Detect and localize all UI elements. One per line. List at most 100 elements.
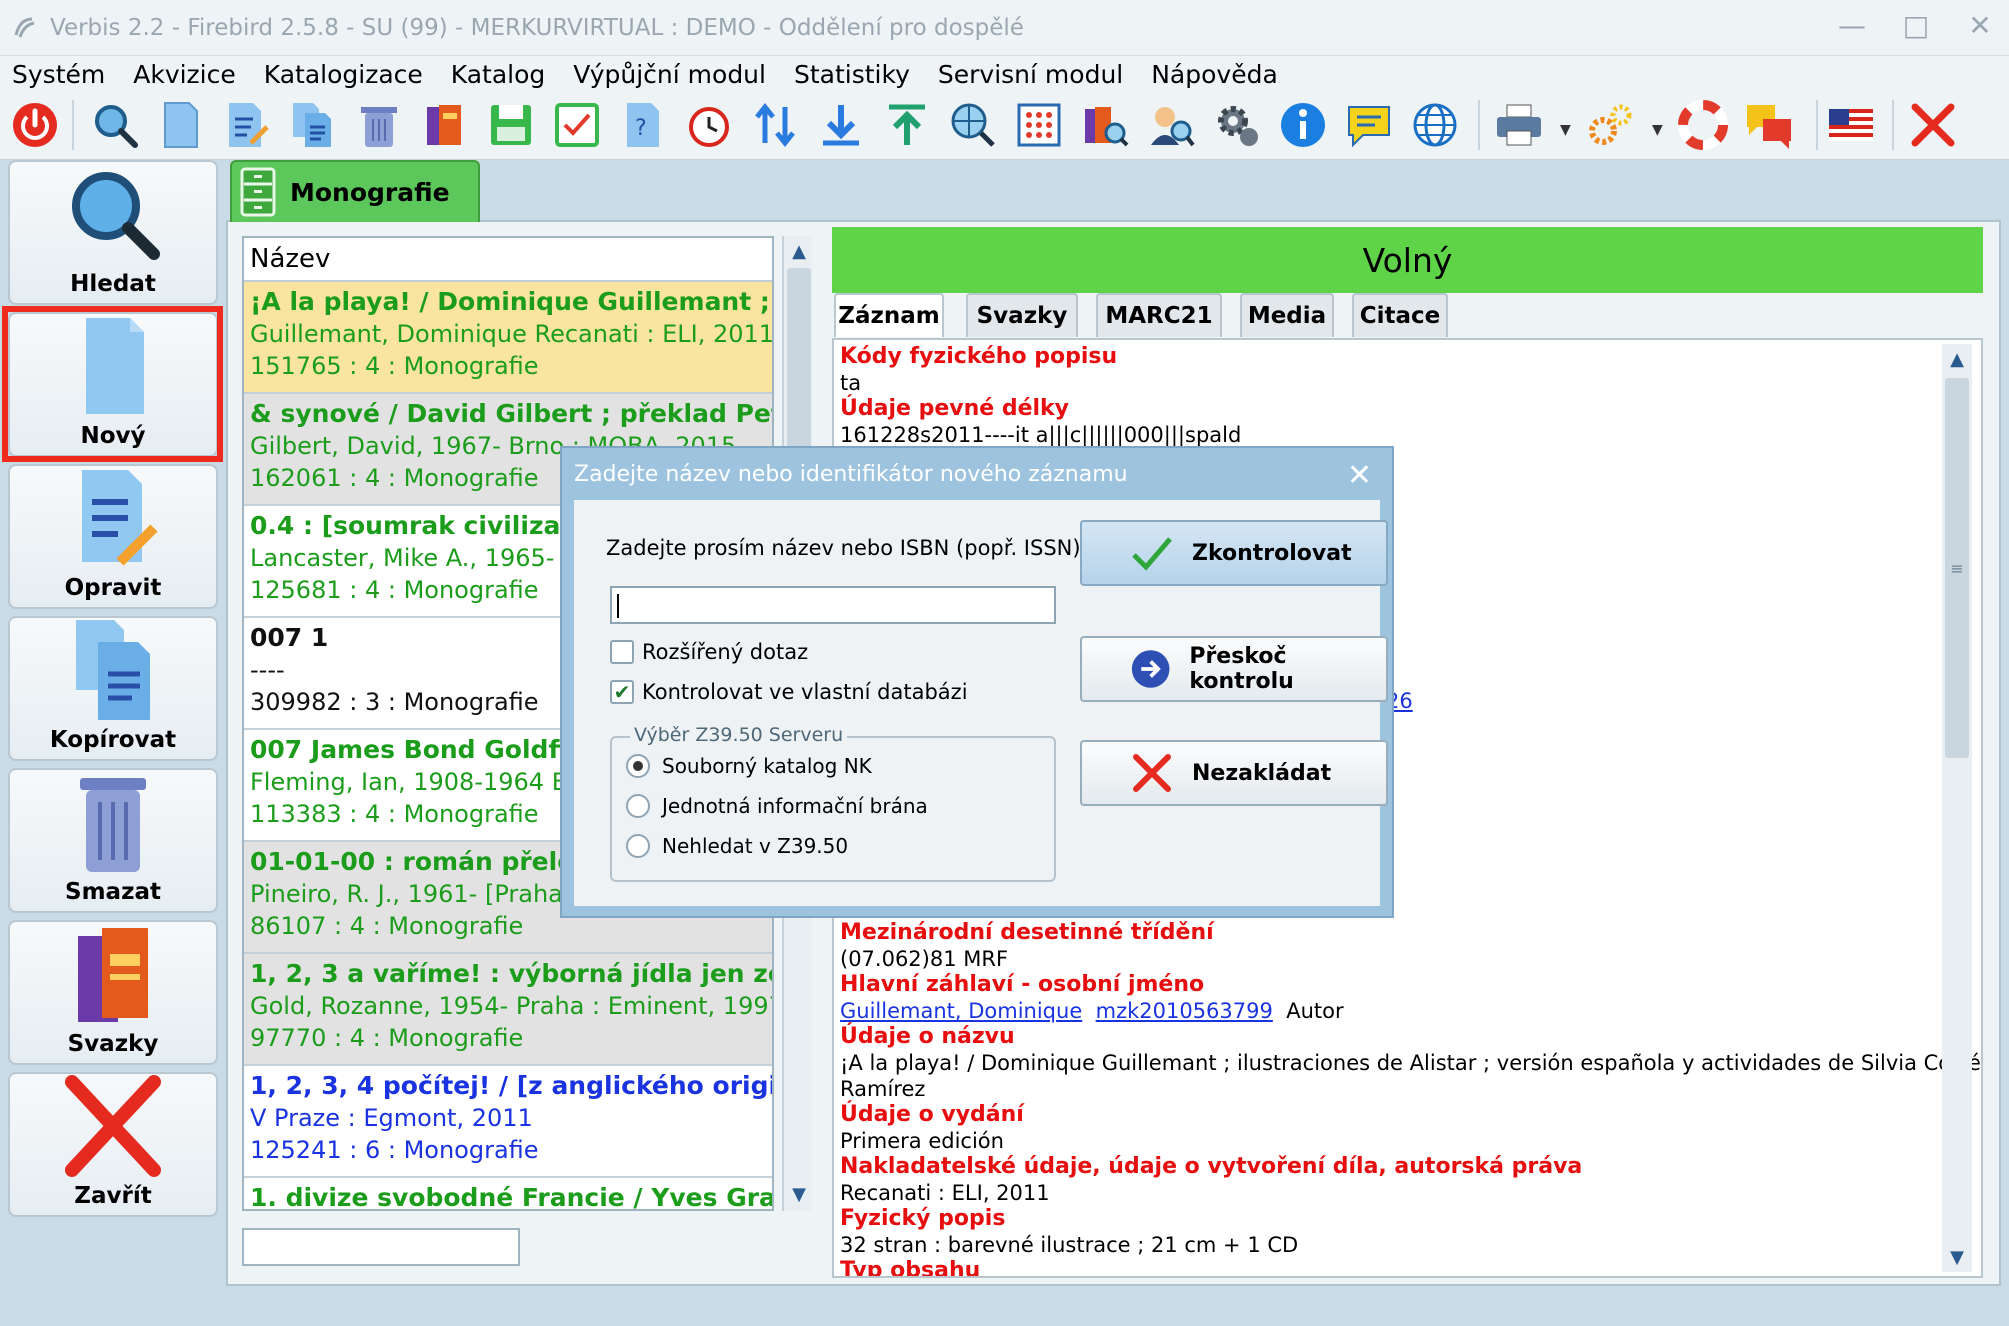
config-dropdown-icon[interactable]: ▼	[1652, 122, 1663, 138]
trash-icon[interactable]	[350, 96, 408, 154]
list-item-title: 1, 2, 3, 4 počítej! / [z anglického orig…	[250, 1071, 772, 1100]
sort-icon[interactable]	[746, 96, 804, 154]
globe-icon[interactable]	[1406, 96, 1464, 154]
menu-akvizice[interactable]: Akvizice	[133, 60, 236, 89]
upload-icon[interactable]	[878, 96, 936, 154]
tab-svazky[interactable]: Svazky	[966, 293, 1078, 337]
minimize-button[interactable]: —	[1835, 8, 1869, 42]
copy-document-icon[interactable]	[284, 96, 342, 154]
scroll-up-icon[interactable]: ▲	[1942, 344, 1972, 374]
tab-citace[interactable]: Citace	[1352, 293, 1448, 337]
dialog-close-icon[interactable]: ✕	[1347, 458, 1372, 493]
globe-search-icon[interactable]	[944, 96, 1002, 154]
extended-query-checkbox[interactable]	[610, 640, 634, 664]
abacus-icon[interactable]	[1010, 96, 1068, 154]
volumes-button-label: Svazky	[67, 1031, 159, 1057]
scroll-up-icon[interactable]: ▲	[784, 236, 814, 266]
edit-document-icon[interactable]	[218, 96, 276, 154]
window-title: Verbis 2.2 - Firebird 2.5.8 - SU (99) - …	[50, 14, 1024, 41]
list-item-title: 1. divize svobodné Francie / Yves Gra...	[250, 1183, 772, 1211]
search-icon[interactable]	[86, 96, 144, 154]
selection-highlight	[2, 306, 223, 462]
check-own-db-label: Kontrolovat ve vlastní databázi	[642, 680, 968, 704]
dialog-title: Zadejte název nebo identifikátor nového …	[574, 461, 1128, 487]
radio-nehledat[interactable]	[626, 834, 650, 858]
title-isbn-input[interactable]	[610, 586, 1056, 624]
search-button[interactable]: Hledat	[8, 160, 218, 305]
field-heading-edition: Údaje o vydání	[840, 1102, 1024, 1127]
do-not-create-button[interactable]: Nezakládat	[1080, 740, 1388, 806]
tab-monografie[interactable]: Monografie	[230, 160, 480, 222]
check-button-label: Zkontrolovat	[1192, 540, 1352, 566]
trash-icon	[80, 778, 146, 872]
volumes-button[interactable]: Svazky	[8, 920, 218, 1065]
menu-katalog[interactable]: Katalog	[451, 60, 546, 89]
save-icon[interactable]	[482, 96, 540, 154]
author-link[interactable]: Guillemant, Dominique	[840, 999, 1082, 1023]
status-badge: Volný	[832, 227, 1983, 293]
close-button[interactable]: Zavřít	[8, 1072, 218, 1217]
power-icon[interactable]	[6, 96, 64, 154]
check-own-db-checkbox[interactable]: ✔	[610, 680, 634, 704]
close-icon[interactable]	[1904, 96, 1962, 154]
close-window-button[interactable]: ✕	[1963, 8, 1997, 42]
delete-button[interactable]: Smazat	[8, 768, 218, 913]
message-icon[interactable]	[1340, 96, 1398, 154]
chat-icon[interactable]	[1740, 96, 1798, 154]
settings-gear-icon[interactable]	[1208, 96, 1266, 154]
field-value-title-cont: Ramírez	[840, 1077, 926, 1101]
check-button[interactable]: Zkontrolovat	[1080, 520, 1388, 586]
checklist-icon[interactable]	[548, 96, 606, 154]
menu-vypujcni-modul[interactable]: Výpůjční modul	[573, 60, 766, 89]
menu-servisni-modul[interactable]: Servisní modul	[938, 60, 1123, 89]
list-item-id: 125241 : 6 : Monografie	[250, 1136, 539, 1164]
magnifier-icon	[72, 172, 160, 260]
list-item[interactable]: ¡A la playa! / Dominique Guillemant ; il…	[244, 282, 772, 394]
scroll-thumb[interactable]: ≡	[1945, 378, 1969, 758]
menu-statistiky[interactable]: Statistiky	[794, 60, 910, 89]
radio-nehledat-label: Nehledat v Z39.50	[662, 834, 849, 858]
list-item[interactable]: 1, 2, 3, 4 počítej! / [z anglického orig…	[244, 1066, 772, 1178]
help-document-icon[interactable]: ?	[614, 96, 672, 154]
lifebuoy-icon[interactable]	[1674, 96, 1732, 154]
maximize-button[interactable]: □	[1899, 8, 1933, 42]
tab-zaznam[interactable]: Záznam	[834, 293, 944, 337]
menu-bar: Systém Akvizice Katalogizace Katalog Výp…	[0, 56, 2009, 92]
radio-souborny-katalog[interactable]	[626, 754, 650, 778]
list-item[interactable]: 1, 2, 3 a vaříme! : výborná jídla jen ze…	[244, 954, 772, 1066]
scroll-down-icon[interactable]: ▼	[784, 1179, 814, 1209]
printer-dropdown-icon[interactable]: ▼	[1560, 122, 1571, 138]
alarm-clock-icon[interactable]	[680, 96, 738, 154]
list-header[interactable]: Název	[244, 238, 772, 282]
copy-button[interactable]: Kopírovat	[8, 616, 218, 761]
tab-media[interactable]: Media	[1240, 293, 1334, 337]
new-document-icon[interactable]	[152, 96, 210, 154]
list-item-id: 151765 : 4 : Monografie	[250, 352, 539, 380]
skip-check-button[interactable]: Přeskoč kontrolu	[1080, 636, 1388, 702]
books-icon[interactable]	[416, 96, 474, 154]
menu-system[interactable]: Systém	[12, 60, 105, 89]
radio-jednotna-brana[interactable]	[626, 794, 650, 818]
us-flag-icon[interactable]	[1822, 96, 1880, 154]
info-icon[interactable]	[1274, 96, 1332, 154]
copy-document-icon	[76, 620, 150, 720]
download-icon[interactable]	[812, 96, 870, 154]
user-search-icon[interactable]	[1142, 96, 1200, 154]
printer-icon[interactable]	[1490, 96, 1548, 154]
title-bar: Verbis 2.2 - Firebird 2.5.8 - SU (99) - …	[0, 0, 2009, 56]
extended-query-label: Rozšířený dotaz	[642, 640, 809, 664]
scroll-down-icon[interactable]: ▼	[1942, 1242, 1972, 1272]
z3950-server-group: Výběr Z39.50 Serveru Souborný katalog NK…	[610, 724, 1056, 882]
config-gears-icon[interactable]	[1582, 96, 1640, 154]
tab-marc21[interactable]: MARC21	[1096, 293, 1222, 337]
detail-scrollbar[interactable]: ▲ ≡ ▼	[1942, 344, 1972, 1272]
menu-napoveda[interactable]: Nápověda	[1151, 60, 1278, 89]
list-item[interactable]: 1. divize svobodné Francie / Yves Gra...	[244, 1178, 772, 1211]
list-filter-input[interactable]	[242, 1228, 520, 1266]
edit-button[interactable]: Opravit	[8, 464, 218, 609]
field-heading-physical: Fyzický popis	[840, 1206, 1006, 1231]
author-id-link[interactable]: mzk2010563799	[1096, 999, 1273, 1023]
menu-katalogizace[interactable]: Katalogizace	[264, 60, 423, 89]
list-item-title: ¡A la playa! / Dominique Guillemant ; il…	[250, 287, 772, 316]
books-search-icon[interactable]	[1076, 96, 1134, 154]
